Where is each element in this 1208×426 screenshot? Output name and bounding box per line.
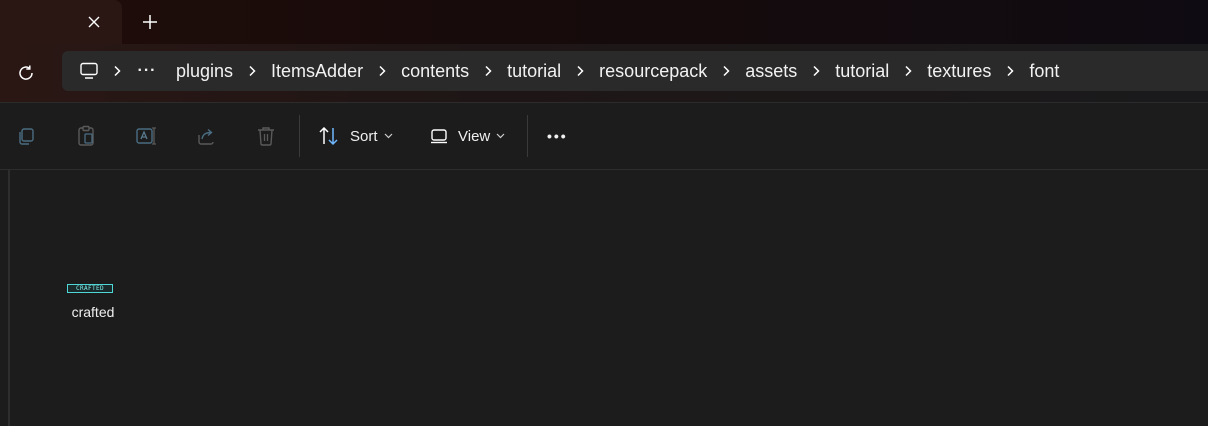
file-name: crafted bbox=[71, 304, 115, 320]
chevron-right-icon[interactable] bbox=[365, 61, 399, 81]
chevron-right-icon[interactable] bbox=[235, 61, 269, 81]
paste-icon[interactable] bbox=[74, 124, 98, 148]
chevron-right-icon[interactable] bbox=[891, 61, 925, 81]
toolbar-separator bbox=[527, 115, 528, 157]
sort-icon bbox=[318, 126, 340, 146]
view-label: View bbox=[458, 127, 491, 145]
file-thumbnail: CRAFTED bbox=[67, 284, 113, 293]
chevron-right-icon[interactable] bbox=[993, 61, 1027, 81]
breadcrumb-segment[interactable]: tutorial bbox=[833, 61, 891, 82]
chevron-down-icon bbox=[496, 133, 505, 139]
breadcrumb-segment[interactable]: ItemsAdder bbox=[269, 61, 365, 82]
breadcrumb-segment[interactable]: textures bbox=[925, 61, 993, 82]
copy-icon[interactable] bbox=[14, 124, 38, 148]
active-tab[interactable] bbox=[0, 0, 122, 44]
file-explorer-window: ··· plugins ItemsAdder contents tutorial res… bbox=[0, 0, 1208, 426]
delete-icon[interactable] bbox=[254, 124, 278, 148]
breadcrumb-segment[interactable]: contents bbox=[399, 61, 471, 82]
sort-label: Sort bbox=[350, 127, 378, 145]
breadcrumb-segment[interactable]: tutorial bbox=[505, 61, 563, 82]
chevron-right-icon[interactable] bbox=[471, 61, 505, 81]
toolbar-separator bbox=[299, 115, 300, 157]
breadcrumb-path: plugins ItemsAdder contents tutorial resourc… bbox=[160, 61, 1061, 82]
breadcrumb-segment[interactable]: assets bbox=[743, 61, 799, 82]
plus-icon[interactable] bbox=[138, 10, 162, 34]
breadcrumb-segment[interactable]: font bbox=[1027, 61, 1061, 82]
share-icon[interactable] bbox=[194, 124, 218, 148]
rename-icon[interactable] bbox=[134, 124, 158, 148]
view-button[interactable]: View bbox=[430, 121, 505, 151]
chevron-right-icon[interactable] bbox=[563, 61, 597, 81]
tab-strip bbox=[0, 0, 1208, 44]
more-options-button[interactable]: ••• bbox=[547, 121, 568, 151]
refresh-icon[interactable] bbox=[13, 60, 39, 86]
chevron-right-icon[interactable] bbox=[709, 61, 743, 81]
computer-icon[interactable] bbox=[78, 60, 100, 82]
command-bar: Sort View ••• bbox=[0, 103, 1208, 170]
thumbnail-text: CRAFTED bbox=[75, 284, 105, 292]
file-list-area[interactable]: CRAFTED crafted bbox=[0, 170, 1208, 426]
close-icon[interactable] bbox=[82, 10, 106, 34]
file-item[interactable]: CRAFTED crafted bbox=[58, 274, 124, 326]
chevron-right-icon[interactable] bbox=[799, 61, 833, 81]
navigation-pane-divider[interactable] bbox=[8, 170, 10, 426]
breadcrumb-overflow[interactable]: ··· bbox=[134, 62, 160, 80]
breadcrumb[interactable]: ··· plugins ItemsAdder contents tutorial res… bbox=[62, 51, 1208, 91]
sort-button[interactable]: Sort bbox=[318, 121, 393, 151]
breadcrumb-segment[interactable]: plugins bbox=[174, 61, 235, 82]
view-icon bbox=[430, 128, 448, 144]
chevron-right-icon[interactable] bbox=[100, 61, 134, 81]
chevron-down-icon bbox=[384, 133, 393, 139]
address-row: ··· plugins ItemsAdder contents tutorial res… bbox=[0, 44, 1208, 103]
breadcrumb-segment[interactable]: resourcepack bbox=[597, 61, 709, 82]
